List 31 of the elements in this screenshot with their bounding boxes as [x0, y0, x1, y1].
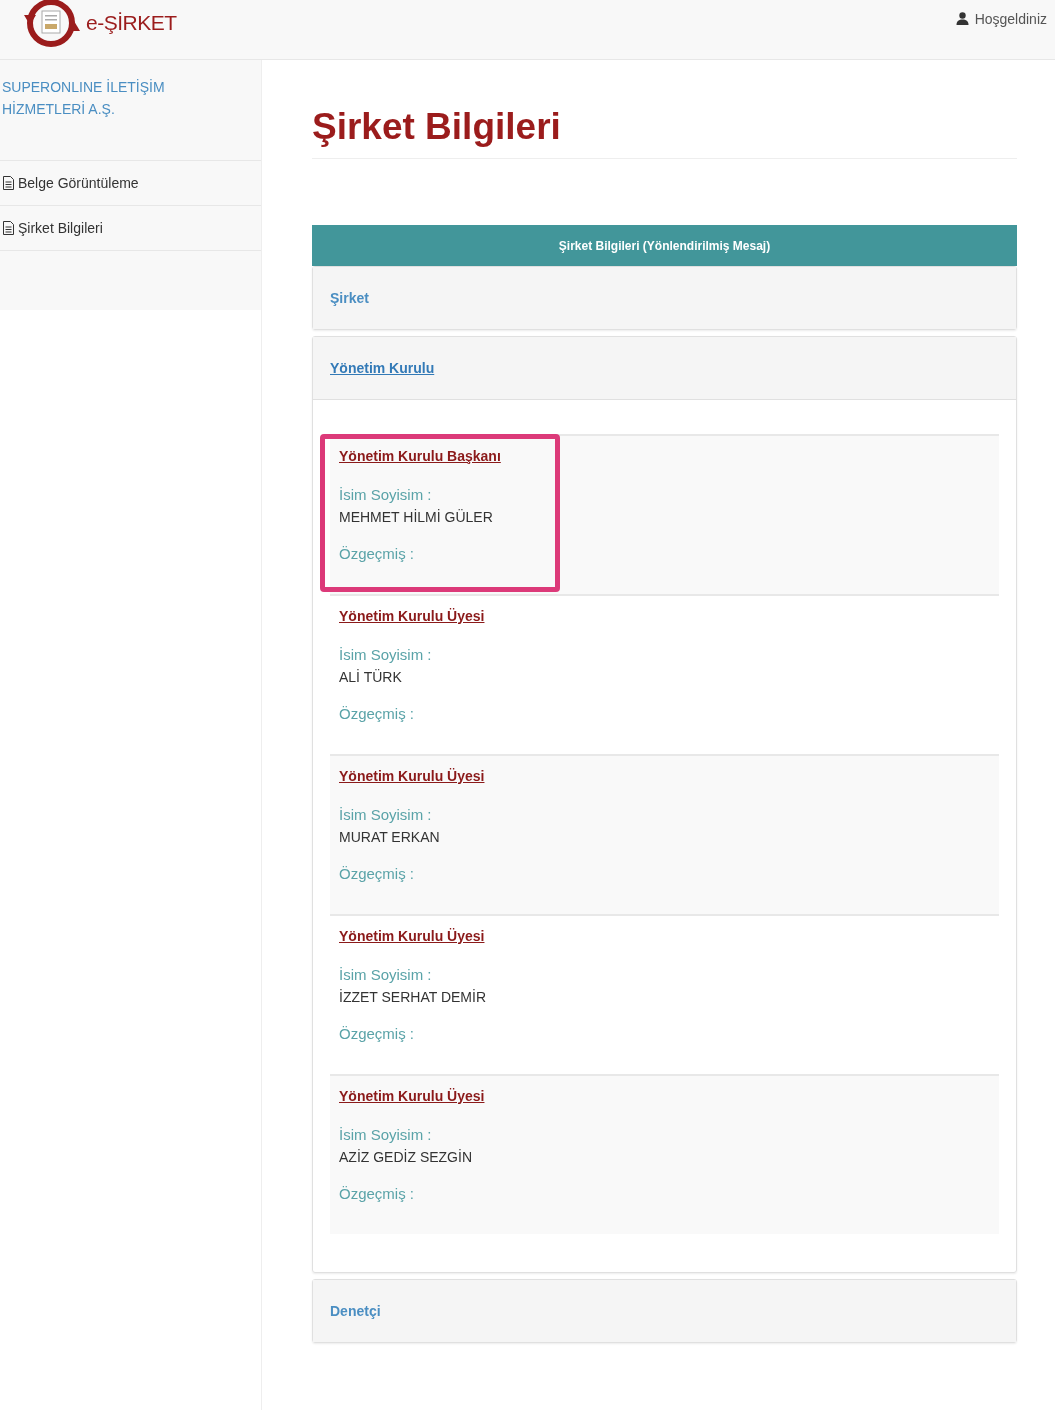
user-icon — [955, 12, 969, 25]
sidebar-item[interactable]: Şirket Bilgileri — [0, 205, 261, 250]
welcome-link[interactable]: Hoşgeldiniz — [955, 10, 1047, 27]
role-link[interactable]: Yönetim Kurulu Başkanı — [339, 448, 501, 464]
document-icon — [2, 221, 15, 235]
role-link[interactable]: Yönetim Kurulu Üyesi — [339, 1088, 485, 1104]
role-link[interactable]: Yönetim Kurulu Üyesi — [339, 928, 485, 944]
name-label: İsim Soyisim : — [339, 486, 432, 503]
name-label: İsim Soyisim : — [339, 1126, 432, 1143]
member-name: İZZET SERHAT DEMİR — [339, 989, 486, 1005]
member-name: MEHMET HİLMİ GÜLER — [339, 509, 493, 525]
cv-label: Özgeçmiş : — [339, 1185, 414, 1202]
role-link[interactable]: Yönetim Kurulu Üyesi — [339, 768, 485, 784]
company-name: SUPERONLINE İLETİŞİM HİZMETLERİ A.Ş. — [1, 78, 166, 119]
document-icon — [2, 176, 15, 190]
role-link[interactable]: Yönetim Kurulu Üyesi — [339, 608, 485, 624]
page-title: Şirket Bilgileri — [312, 106, 1017, 159]
member-name: MURAT ERKAN — [339, 829, 440, 845]
member-name: AZİZ GEDİZ SEZGİN — [339, 1149, 472, 1165]
cv-label: Özgeçmiş : — [339, 865, 414, 882]
panel-heading: Şirket Bilgileri (Yönlendirilmiş Mesaj) — [312, 225, 1017, 266]
section-link[interactable]: Yönetim Kurulu — [330, 360, 435, 376]
logo-text[interactable]: e-ŞİRKET — [86, 10, 177, 35]
cv-label: Özgeçmiş : — [339, 545, 414, 562]
member-name: ALİ TÜRK — [339, 669, 402, 685]
sidebar-item[interactable]: Belge Görüntüleme — [0, 160, 261, 205]
cv-label: Özgeçmiş : — [339, 705, 414, 722]
cv-label: Özgeçmiş : — [339, 1025, 414, 1042]
name-label: İsim Soyisim : — [339, 806, 432, 823]
name-label: İsim Soyisim : — [339, 966, 432, 983]
name-label: İsim Soyisim : — [339, 646, 432, 663]
